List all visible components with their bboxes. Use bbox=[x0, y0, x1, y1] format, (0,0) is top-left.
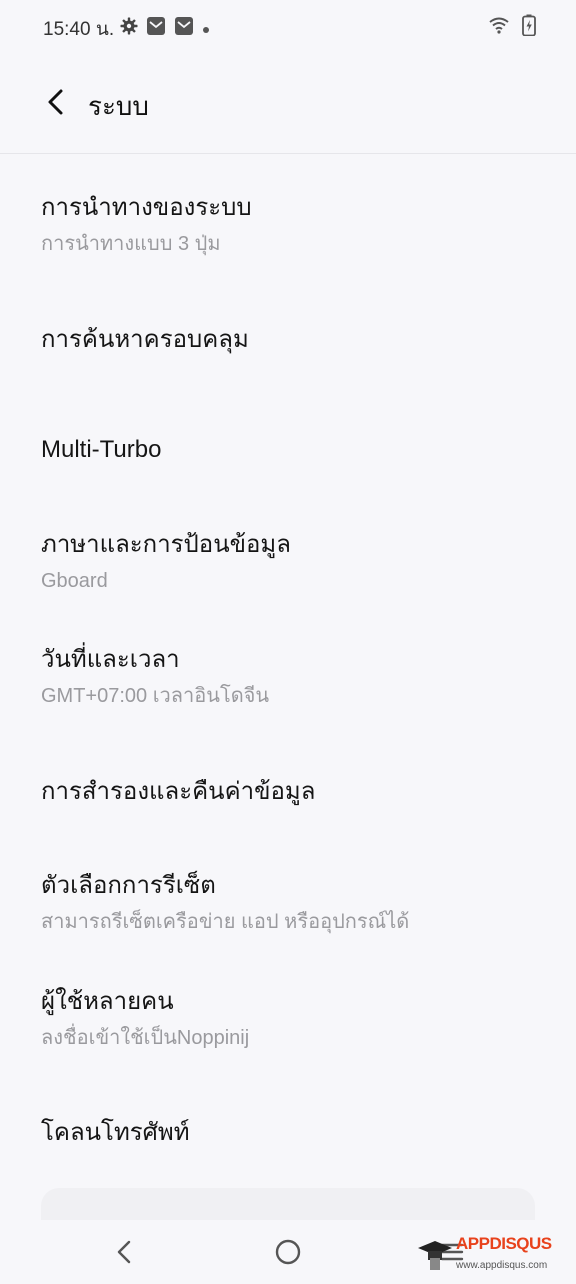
notification-icons bbox=[120, 16, 210, 40]
mail-icon bbox=[146, 16, 166, 40]
gear-icon bbox=[120, 17, 138, 39]
setting-title: ตัวเลือกการรีเซ็ต bbox=[41, 872, 216, 899]
setting-title: การนำทางของระบบ bbox=[41, 194, 252, 221]
watermark-url: www.appdisqus.com bbox=[456, 1260, 548, 1271]
status-time: 15:40 น. bbox=[43, 19, 115, 40]
setting-title: วันที่และเวลา bbox=[41, 646, 180, 673]
setting-title: ภาษาและการป้อนข้อมูล bbox=[41, 531, 291, 558]
dot-icon bbox=[202, 19, 210, 38]
setting-subtitle: Gboard bbox=[41, 570, 108, 592]
setting-phone-clone[interactable]: โคลนโทรศัพท์ bbox=[0, 1118, 576, 1148]
screen: 15:40 น. ระบบ การนำทางของระบบ การนำทางแบ… bbox=[0, 0, 576, 1284]
nav-back-button[interactable] bbox=[104, 1234, 144, 1270]
home-circle-icon bbox=[275, 1239, 301, 1265]
back-triangle-icon bbox=[117, 1240, 131, 1264]
watermark-brand: APPDISQUS bbox=[456, 1234, 552, 1253]
setting-system-navigation[interactable]: การนำทางของระบบ การนำทางแบบ 3 ปุ่ม bbox=[0, 193, 576, 257]
page-title: ระบบ bbox=[88, 91, 149, 121]
setting-comprehensive-search[interactable]: การค้นหาครอบคลุม bbox=[0, 325, 576, 355]
setting-multiple-users[interactable]: ผู้ใช้หลายคน ลงชื่อเข้าใช้เป็นNoppinij bbox=[0, 987, 576, 1051]
chevron-left-icon bbox=[48, 89, 63, 115]
system-icons bbox=[488, 14, 536, 40]
app-header: ระบบ bbox=[0, 56, 576, 154]
setting-title: การสำรองและคืนค่าข้อมูล bbox=[41, 778, 316, 805]
setting-subtitle: GMT+07:00 เวลาอินโดจีน bbox=[41, 685, 270, 707]
watermark-logo: APPDISQUS www.appdisqus.com bbox=[416, 1234, 568, 1278]
back-button[interactable] bbox=[36, 80, 76, 124]
nav-home-button[interactable] bbox=[268, 1234, 308, 1270]
setting-date-time[interactable]: วันที่และเวลา GMT+07:00 เวลาอินโดจีน bbox=[0, 645, 576, 709]
setting-subtitle: การนำทางแบบ 3 ปุ่ม bbox=[41, 233, 221, 255]
setting-title: การค้นหาครอบคลุม bbox=[41, 326, 249, 353]
setting-backup-restore[interactable]: การสำรองและคืนค่าข้อมูล bbox=[0, 777, 576, 807]
setting-reset-options[interactable]: ตัวเลือกการรีเซ็ต สามารถรีเซ็ตเครือข่าย … bbox=[0, 871, 576, 935]
status-bar: 15:40 น. bbox=[0, 0, 576, 56]
battery-charging-icon bbox=[522, 14, 536, 40]
setting-multi-turbo[interactable]: Multi-Turbo bbox=[0, 435, 576, 465]
graduation-cap-icon bbox=[418, 1241, 452, 1270]
setting-language-input[interactable]: ภาษาและการป้อนข้อมูล Gboard bbox=[0, 530, 576, 594]
mail-icon bbox=[174, 16, 194, 40]
setting-subtitle: สามารถรีเซ็ตเครือข่าย แอป หรืออุปกรณ์ได้ bbox=[41, 911, 410, 933]
setting-title: Multi-Turbo bbox=[41, 436, 162, 463]
wifi-icon bbox=[488, 16, 510, 38]
setting-title: โคลนโทรศัพท์ bbox=[41, 1119, 190, 1146]
setting-title: ผู้ใช้หลายคน bbox=[41, 988, 174, 1015]
setting-subtitle: ลงชื่อเข้าใช้เป็นNoppinij bbox=[41, 1027, 250, 1049]
